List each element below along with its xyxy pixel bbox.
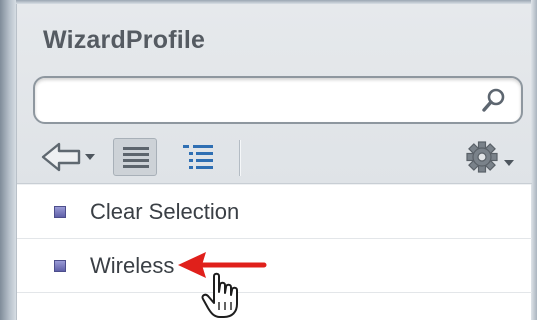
toolbar <box>17 130 532 184</box>
detail-list-icon <box>183 145 213 169</box>
settings-button[interactable] <box>462 138 518 176</box>
toolbar-divider <box>239 140 240 176</box>
hand-pointer-icon <box>201 272 238 318</box>
list-item-clear-selection[interactable]: Clear Selection <box>17 185 532 239</box>
detail-view-button[interactable] <box>177 138 221 176</box>
chevron-down-icon <box>85 154 95 160</box>
selection-list: Clear Selection Wireless <box>17 185 532 293</box>
gear-icon <box>466 141 514 173</box>
bullet-icon <box>54 259 66 272</box>
profile-panel: WizardProfile Clear Selection Wireless <box>16 4 532 320</box>
panel-title: WizardProfile <box>43 26 206 54</box>
background-strip <box>0 0 16 320</box>
search-icon[interactable] <box>481 87 507 113</box>
chevron-down-icon <box>504 160 514 166</box>
list-view-button[interactable] <box>113 138 157 176</box>
window-frame: WizardProfile Clear Selection Wireless <box>0 0 537 320</box>
back-arrow-icon <box>41 142 95 172</box>
back-button[interactable] <box>39 138 103 176</box>
list-item-label: Clear Selection <box>90 198 240 224</box>
bullet-icon <box>54 205 66 218</box>
list-view-icon <box>123 147 149 168</box>
search-input[interactable] <box>33 76 523 124</box>
list-item-wireless[interactable]: Wireless <box>17 239 532 293</box>
list-item-label: Wireless <box>90 252 175 278</box>
